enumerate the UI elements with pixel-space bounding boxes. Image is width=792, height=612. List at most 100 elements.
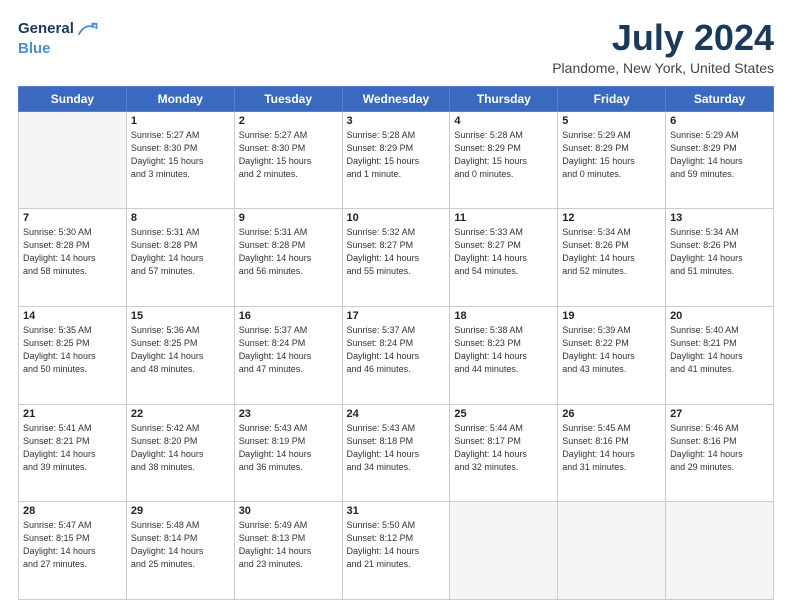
calendar-cell: 25 Sunrise: 5:44 AMSunset: 8:17 PMDayligh… xyxy=(450,404,558,502)
logo: General Blue xyxy=(18,18,98,58)
day-info: Sunrise: 5:36 AMSunset: 8:25 PMDaylight:… xyxy=(131,324,230,376)
day-number: 20 xyxy=(670,310,769,322)
day-info: Sunrise: 5:41 AMSunset: 8:21 PMDaylight:… xyxy=(23,422,122,474)
day-number: 26 xyxy=(562,408,661,420)
day-number: 1 xyxy=(131,115,230,127)
day-header-friday: Friday xyxy=(558,86,666,111)
calendar-cell xyxy=(666,502,774,600)
week-row-2: 7 Sunrise: 5:30 AMSunset: 8:28 PMDaylight… xyxy=(19,209,774,307)
calendar-cell: 1 Sunrise: 5:27 AMSunset: 8:30 PMDaylight… xyxy=(126,111,234,209)
week-row-3: 14 Sunrise: 5:35 AMSunset: 8:25 PMDayligh… xyxy=(19,306,774,404)
day-number: 27 xyxy=(670,408,769,420)
calendar-cell: 15 Sunrise: 5:36 AMSunset: 8:25 PMDayligh… xyxy=(126,306,234,404)
day-info: Sunrise: 5:43 AMSunset: 8:19 PMDaylight:… xyxy=(239,422,338,474)
day-info: Sunrise: 5:45 AMSunset: 8:16 PMDaylight:… xyxy=(562,422,661,474)
day-info: Sunrise: 5:38 AMSunset: 8:23 PMDaylight:… xyxy=(454,324,553,376)
calendar-cell: 21 Sunrise: 5:41 AMSunset: 8:21 PMDayligh… xyxy=(19,404,127,502)
calendar-cell: 20Sunrise: 5:40 AMSunset: 8:21 PMDayligh… xyxy=(666,306,774,404)
day-info: Sunrise: 5:28 AMSunset: 8:29 PMDaylight:… xyxy=(347,129,446,181)
day-info: Sunrise: 5:37 AMSunset: 8:24 PMDaylight:… xyxy=(347,324,446,376)
calendar-header-row: SundayMondayTuesdayWednesdayThursdayFrid… xyxy=(19,86,774,111)
calendar-cell: 18 Sunrise: 5:38 AMSunset: 8:23 PMDayligh… xyxy=(450,306,558,404)
calendar-cell: 14 Sunrise: 5:35 AMSunset: 8:25 PMDayligh… xyxy=(19,306,127,404)
day-number: 21 xyxy=(23,408,122,420)
day-info: Sunrise: 5:37 AMSunset: 8:24 PMDaylight:… xyxy=(239,324,338,376)
calendar-cell: 26 Sunrise: 5:45 AMSunset: 8:16 PMDayligh… xyxy=(558,404,666,502)
day-number: 17 xyxy=(347,310,446,322)
logo-text2: Blue xyxy=(18,40,51,58)
day-number: 19 xyxy=(562,310,661,322)
calendar-cell: 12 Sunrise: 5:34 AMSunset: 8:26 PMDayligh… xyxy=(558,209,666,307)
day-number: 24 xyxy=(347,408,446,420)
day-info: Sunrise: 5:30 AMSunset: 8:28 PMDaylight:… xyxy=(23,226,122,278)
day-number: 22 xyxy=(131,408,230,420)
calendar-cell: 8 Sunrise: 5:31 AMSunset: 8:28 PMDaylight… xyxy=(126,209,234,307)
day-info: Sunrise: 5:32 AMSunset: 8:27 PMDaylight:… xyxy=(347,226,446,278)
day-number: 15 xyxy=(131,310,230,322)
day-number: 18 xyxy=(454,310,553,322)
calendar-cell xyxy=(450,502,558,600)
logo-text: General xyxy=(18,20,74,38)
day-header-thursday: Thursday xyxy=(450,86,558,111)
calendar-cell: 19 Sunrise: 5:39 AMSunset: 8:22 PMDayligh… xyxy=(558,306,666,404)
day-number: 10 xyxy=(347,212,446,224)
header: General Blue July 2024 Plandome, New Yor… xyxy=(18,18,774,76)
calendar-cell: 9Sunrise: 5:31 AMSunset: 8:28 PMDaylight… xyxy=(234,209,342,307)
calendar-cell: 24 Sunrise: 5:43 AMSunset: 8:18 PMDayligh… xyxy=(342,404,450,502)
day-info: Sunrise: 5:34 AMSunset: 8:26 PMDaylight:… xyxy=(562,226,661,278)
day-header-monday: Monday xyxy=(126,86,234,111)
main-title: July 2024 xyxy=(552,18,774,58)
calendar-cell: 5Sunrise: 5:29 AMSunset: 8:29 PMDaylight… xyxy=(558,111,666,209)
day-info: Sunrise: 5:35 AMSunset: 8:25 PMDaylight:… xyxy=(23,324,122,376)
day-number: 14 xyxy=(23,310,122,322)
day-info: Sunrise: 5:47 AMSunset: 8:15 PMDaylight:… xyxy=(23,519,122,571)
day-number: 28 xyxy=(23,505,122,517)
calendar-cell xyxy=(558,502,666,600)
day-info: Sunrise: 5:44 AMSunset: 8:17 PMDaylight:… xyxy=(454,422,553,474)
calendar-cell: 30 Sunrise: 5:49 AMSunset: 8:13 PMDayligh… xyxy=(234,502,342,600)
day-info: Sunrise: 5:33 AMSunset: 8:27 PMDaylight:… xyxy=(454,226,553,278)
day-info: Sunrise: 5:49 AMSunset: 8:13 PMDaylight:… xyxy=(239,519,338,571)
day-number: 25 xyxy=(454,408,553,420)
calendar-cell: 17 Sunrise: 5:37 AMSunset: 8:24 PMDayligh… xyxy=(342,306,450,404)
day-header-sunday: Sunday xyxy=(19,86,127,111)
day-info: Sunrise: 5:27 AMSunset: 8:30 PMDaylight:… xyxy=(239,129,338,181)
week-row-5: 28 Sunrise: 5:47 AMSunset: 8:15 PMDayligh… xyxy=(19,502,774,600)
day-info: Sunrise: 5:29 AMSunset: 8:29 PMDaylight:… xyxy=(670,129,769,181)
day-header-tuesday: Tuesday xyxy=(234,86,342,111)
day-number: 6 xyxy=(670,115,769,127)
logo-icon xyxy=(76,18,98,40)
day-number: 7 xyxy=(23,212,122,224)
calendar-cell: 7 Sunrise: 5:30 AMSunset: 8:28 PMDaylight… xyxy=(19,209,127,307)
day-info: Sunrise: 5:43 AMSunset: 8:18 PMDaylight:… xyxy=(347,422,446,474)
day-info: Sunrise: 5:27 AMSunset: 8:30 PMDaylight:… xyxy=(131,129,230,181)
day-number: 8 xyxy=(131,212,230,224)
title-block: July 2024 Plandome, New York, United Sta… xyxy=(552,18,774,76)
day-info: Sunrise: 5:48 AMSunset: 8:14 PMDaylight:… xyxy=(131,519,230,571)
day-number: 9 xyxy=(239,212,338,224)
week-row-4: 21 Sunrise: 5:41 AMSunset: 8:21 PMDayligh… xyxy=(19,404,774,502)
calendar-cell: 11Sunrise: 5:33 AMSunset: 8:27 PMDayligh… xyxy=(450,209,558,307)
day-number: 31 xyxy=(347,505,446,517)
day-number: 30 xyxy=(239,505,338,517)
calendar-cell: 27 Sunrise: 5:46 AMSunset: 8:16 PMDayligh… xyxy=(666,404,774,502)
subtitle: Plandome, New York, United States xyxy=(552,60,774,76)
day-header-wednesday: Wednesday xyxy=(342,86,450,111)
calendar-cell: 28 Sunrise: 5:47 AMSunset: 8:15 PMDayligh… xyxy=(19,502,127,600)
page: General Blue July 2024 Plandome, New Yor… xyxy=(0,0,792,612)
day-info: Sunrise: 5:42 AMSunset: 8:20 PMDaylight:… xyxy=(131,422,230,474)
day-number: 29 xyxy=(131,505,230,517)
calendar-cell: 29 Sunrise: 5:48 AMSunset: 8:14 PMDayligh… xyxy=(126,502,234,600)
day-info: Sunrise: 5:39 AMSunset: 8:22 PMDaylight:… xyxy=(562,324,661,376)
day-number: 4 xyxy=(454,115,553,127)
calendar-cell: 4 Sunrise: 5:28 AMSunset: 8:29 PMDaylight… xyxy=(450,111,558,209)
day-number: 2 xyxy=(239,115,338,127)
day-info: Sunrise: 5:28 AMSunset: 8:29 PMDaylight:… xyxy=(454,129,553,181)
day-info: Sunrise: 5:46 AMSunset: 8:16 PMDaylight:… xyxy=(670,422,769,474)
day-number: 12 xyxy=(562,212,661,224)
day-number: 3 xyxy=(347,115,446,127)
day-info: Sunrise: 5:31 AMSunset: 8:28 PMDaylight:… xyxy=(131,226,230,278)
calendar-table: SundayMondayTuesdayWednesdayThursdayFrid… xyxy=(18,86,774,600)
week-row-1: 1 Sunrise: 5:27 AMSunset: 8:30 PMDaylight… xyxy=(19,111,774,209)
day-number: 16 xyxy=(239,310,338,322)
